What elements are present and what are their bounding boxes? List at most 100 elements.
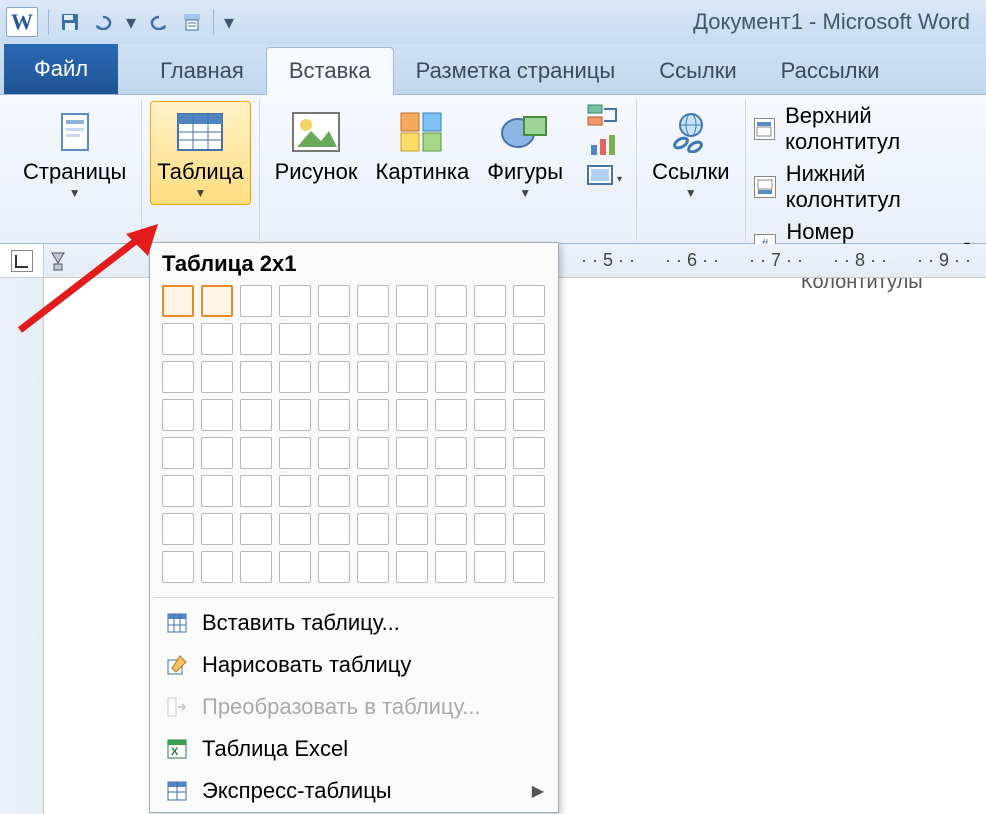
grid-cell[interactable]: [201, 323, 233, 355]
draw-table-menuitem[interactable]: Нарисовать таблицу: [150, 644, 558, 686]
grid-cell[interactable]: [396, 361, 428, 393]
grid-cell[interactable]: [513, 475, 545, 507]
grid-cell[interactable]: [513, 551, 545, 583]
grid-cell[interactable]: [240, 361, 272, 393]
grid-cell[interactable]: [201, 399, 233, 431]
grid-cell[interactable]: [396, 323, 428, 355]
grid-cell[interactable]: [162, 551, 194, 583]
grid-cell[interactable]: [474, 285, 506, 317]
grid-cell[interactable]: [240, 475, 272, 507]
grid-cell[interactable]: [435, 437, 467, 469]
pages-button[interactable]: Страницы ▼: [16, 101, 133, 205]
grid-cell[interactable]: [474, 399, 506, 431]
qat-customize-icon[interactable]: ▾: [221, 8, 237, 36]
grid-cell[interactable]: [279, 361, 311, 393]
grid-cell[interactable]: [240, 437, 272, 469]
tab-references[interactable]: Ссылки: [637, 48, 758, 94]
grid-cell[interactable]: [435, 285, 467, 317]
grid-cell[interactable]: [318, 399, 350, 431]
redo-icon[interactable]: [144, 8, 172, 36]
picture-button[interactable]: Рисунок: [268, 101, 365, 189]
app-icon[interactable]: W: [6, 7, 38, 37]
grid-cell[interactable]: [396, 475, 428, 507]
grid-cell[interactable]: [474, 551, 506, 583]
grid-cell[interactable]: [513, 437, 545, 469]
grid-cell[interactable]: [435, 513, 467, 545]
quick-print-icon[interactable]: [178, 8, 206, 36]
grid-cell[interactable]: [513, 513, 545, 545]
grid-cell[interactable]: [357, 399, 389, 431]
grid-cell[interactable]: [279, 513, 311, 545]
save-icon[interactable]: [56, 8, 84, 36]
tab-insert[interactable]: Вставка: [266, 47, 394, 95]
grid-cell[interactable]: [162, 475, 194, 507]
insert-table-grid[interactable]: [150, 285, 558, 593]
undo-icon[interactable]: [90, 8, 118, 36]
grid-cell[interactable]: [240, 323, 272, 355]
grid-cell[interactable]: [240, 513, 272, 545]
grid-cell[interactable]: [240, 399, 272, 431]
grid-cell[interactable]: [396, 513, 428, 545]
grid-cell[interactable]: [279, 323, 311, 355]
grid-cell[interactable]: [435, 399, 467, 431]
grid-cell[interactable]: [474, 513, 506, 545]
excel-table-menuitem[interactable]: X Таблица Excel: [150, 728, 558, 770]
grid-cell[interactable]: [162, 437, 194, 469]
grid-cell[interactable]: [318, 361, 350, 393]
grid-cell[interactable]: [318, 437, 350, 469]
grid-cell[interactable]: [435, 475, 467, 507]
grid-cell[interactable]: [162, 399, 194, 431]
tab-selector[interactable]: [0, 244, 44, 278]
grid-cell[interactable]: [279, 437, 311, 469]
grid-cell[interactable]: [357, 513, 389, 545]
grid-cell[interactable]: [201, 513, 233, 545]
grid-cell[interactable]: [435, 551, 467, 583]
grid-cell[interactable]: [357, 437, 389, 469]
grid-cell[interactable]: [279, 399, 311, 431]
grid-cell[interactable]: [435, 361, 467, 393]
grid-cell[interactable]: [396, 285, 428, 317]
undo-dropdown-icon[interactable]: ▾: [124, 8, 138, 36]
table-button[interactable]: Таблица ▼: [150, 101, 250, 205]
quick-tables-menuitem[interactable]: Экспресс-таблицы ▶: [150, 770, 558, 812]
grid-cell[interactable]: [162, 323, 194, 355]
grid-cell[interactable]: [318, 475, 350, 507]
tab-mailings[interactable]: Рассылки: [759, 48, 902, 94]
indent-marker-icon[interactable]: [50, 249, 66, 273]
screenshot-icon[interactable]: ▾: [580, 161, 628, 189]
grid-cell[interactable]: [162, 285, 194, 317]
grid-cell[interactable]: [201, 551, 233, 583]
insert-table-menuitem[interactable]: Вставить таблицу...: [150, 602, 558, 644]
grid-cell[interactable]: [201, 285, 233, 317]
grid-cell[interactable]: [201, 437, 233, 469]
grid-cell[interactable]: [357, 285, 389, 317]
shapes-button[interactable]: Фигуры ▼: [480, 101, 570, 205]
grid-cell[interactable]: [279, 475, 311, 507]
footer-button[interactable]: Нижний колонтитул: [754, 161, 970, 213]
tab-file[interactable]: Файл: [4, 44, 118, 94]
grid-cell[interactable]: [357, 551, 389, 583]
grid-cell[interactable]: [513, 285, 545, 317]
chart-icon[interactable]: [580, 131, 628, 159]
grid-cell[interactable]: [357, 361, 389, 393]
grid-cell[interactable]: [162, 361, 194, 393]
grid-cell[interactable]: [396, 551, 428, 583]
grid-cell[interactable]: [318, 551, 350, 583]
grid-cell[interactable]: [513, 361, 545, 393]
grid-cell[interactable]: [474, 437, 506, 469]
smartart-icon[interactable]: [580, 101, 628, 129]
grid-cell[interactable]: [318, 285, 350, 317]
grid-cell[interactable]: [396, 437, 428, 469]
header-button[interactable]: Верхний колонтитул: [754, 103, 970, 155]
grid-cell[interactable]: [474, 475, 506, 507]
grid-cell[interactable]: [318, 323, 350, 355]
clipart-button[interactable]: Картинка: [369, 101, 477, 189]
grid-cell[interactable]: [318, 513, 350, 545]
grid-cell[interactable]: [474, 361, 506, 393]
grid-cell[interactable]: [357, 475, 389, 507]
grid-cell[interactable]: [240, 285, 272, 317]
grid-cell[interactable]: [435, 323, 467, 355]
grid-cell[interactable]: [279, 551, 311, 583]
grid-cell[interactable]: [396, 399, 428, 431]
grid-cell[interactable]: [513, 323, 545, 355]
